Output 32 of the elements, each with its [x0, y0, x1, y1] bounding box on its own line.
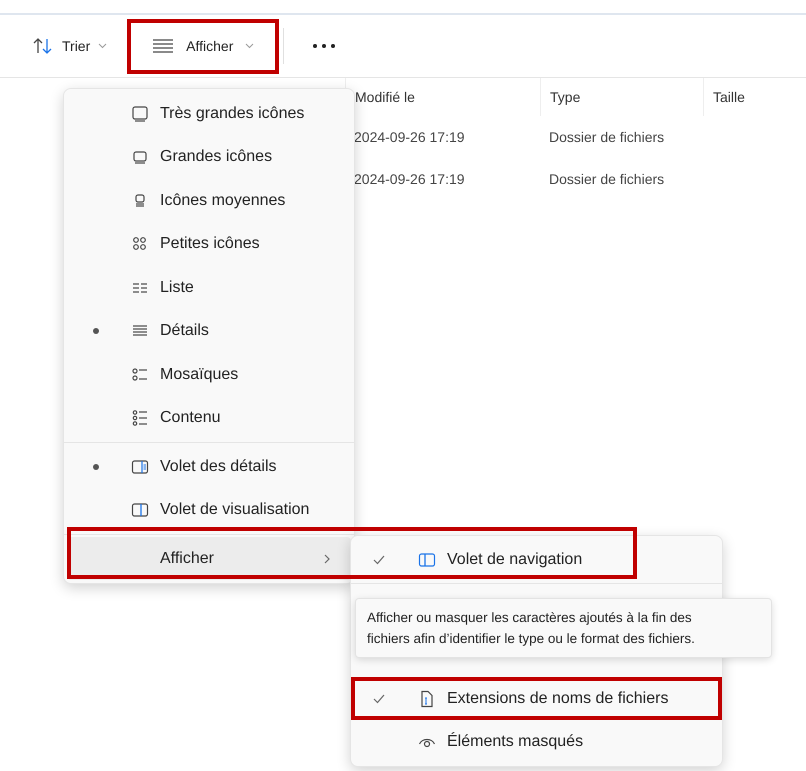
chevron-right-icon	[323, 552, 331, 564]
table-cell-text: Dossier de fichiers	[548, 170, 666, 188]
menu-item[interactable]: Volet de navigation	[351, 538, 722, 581]
menu-item[interactable]: Grandes icônes	[64, 136, 354, 179]
sort-icon	[32, 37, 54, 55]
table-cell-text: 2024-09-26 17:19	[353, 170, 466, 188]
column-header[interactable]: Type	[540, 78, 703, 116]
menu-item[interactable]: Volet de visualisation	[64, 488, 354, 532]
menu-item[interactable]: Petites icônes	[64, 222, 354, 266]
view-button[interactable]: Afficher	[127, 18, 280, 74]
menu-item[interactable]: Icônes moyennes	[64, 179, 354, 222]
pane-icon	[418, 550, 436, 568]
monitor-icon	[131, 104, 149, 123]
pane-icon	[131, 501, 149, 520]
table-cell-text: 2024-09-26 17:19	[353, 128, 466, 146]
sort-button[interactable]: Trier	[12, 18, 128, 74]
chevron-down-icon	[98, 43, 108, 49]
pane-icon	[131, 458, 149, 476]
content-icon	[131, 409, 149, 428]
menu-item[interactable]: Liste	[64, 266, 354, 310]
menu-item[interactable]: Mosaïques	[64, 353, 354, 396]
tooltip: Afficher ou masquer les caractères ajoutés à la fin des fichiers afin d’identifier le type ou le format des fichiers.	[355, 598, 772, 658]
details-icon	[152, 39, 174, 53]
column-header[interactable]: Taille	[703, 78, 803, 116]
menu-item[interactable]: Contenu	[64, 396, 354, 440]
menu-item[interactable]: Éléments masqués	[351, 720, 722, 763]
more-icon	[312, 43, 336, 49]
table-cell-text: Dossier de fichiers	[548, 128, 666, 146]
chevron-down-icon	[245, 43, 254, 49]
menu-item[interactable]: Détails	[64, 310, 354, 353]
menu-item[interactable]: Extensions de noms de fichiers	[351, 677, 722, 720]
menu-item[interactable]: Volet des détails	[64, 445, 354, 488]
